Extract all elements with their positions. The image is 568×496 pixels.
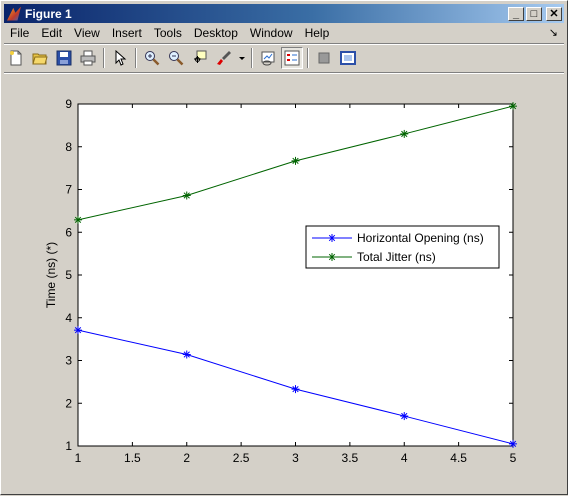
x-tick-label: 4.5 [450,451,467,465]
axes-box[interactable] [77,103,514,447]
x-tick-label: 5 [510,451,517,465]
y-tick-label: 2 [65,396,72,410]
y-tick-label: 3 [65,354,72,368]
legend-label: Total Jitter (ns) [357,250,436,264]
series-1-point[interactable] [400,412,409,421]
x-tick-label: 1.5 [124,451,141,465]
x-tick-label: 2.5 [233,451,250,465]
legend[interactable]: Horizontal Opening (ns) Total Jitter (ns) [305,225,500,269]
figure-window: Figure 1 _ □ ✕ File Edit View Insert Too… [0,0,568,495]
series-1-point[interactable] [182,350,191,359]
y-axis-label: Time (ns) (*) [44,242,58,308]
series-2-point[interactable] [291,156,300,165]
x-tick-label: 2 [183,451,190,465]
series-2-point[interactable] [400,129,409,138]
y-tick-label: 6 [65,225,72,239]
y-tick-label: 9 [65,97,72,111]
y-tick-label: 5 [65,268,72,282]
plot-canvas: 1 1.5 2 2.5 3 3.5 4 4.5 5 1 2 3 4 5 6 7 8 9 Time (ns) (*)… [44,97,517,465]
x-tick-label: 4 [401,451,408,465]
x-tick-label: 3 [292,451,299,465]
series-2-point[interactable] [182,191,191,200]
series-1-point[interactable] [291,385,300,394]
legend-label: Horizontal Opening (ns) [357,231,484,245]
y-tick-label: 1 [65,439,72,453]
y-tick-label: 4 [65,311,72,325]
series-1-point[interactable] [74,326,82,335]
series-2-point[interactable] [509,102,517,111]
y-tick-label: 7 [65,183,72,197]
y-tick-label: 8 [65,140,72,154]
x-tick-label: 3.5 [342,451,359,465]
x-tick-label: 1 [75,451,82,465]
series-1-point[interactable] [509,439,517,448]
